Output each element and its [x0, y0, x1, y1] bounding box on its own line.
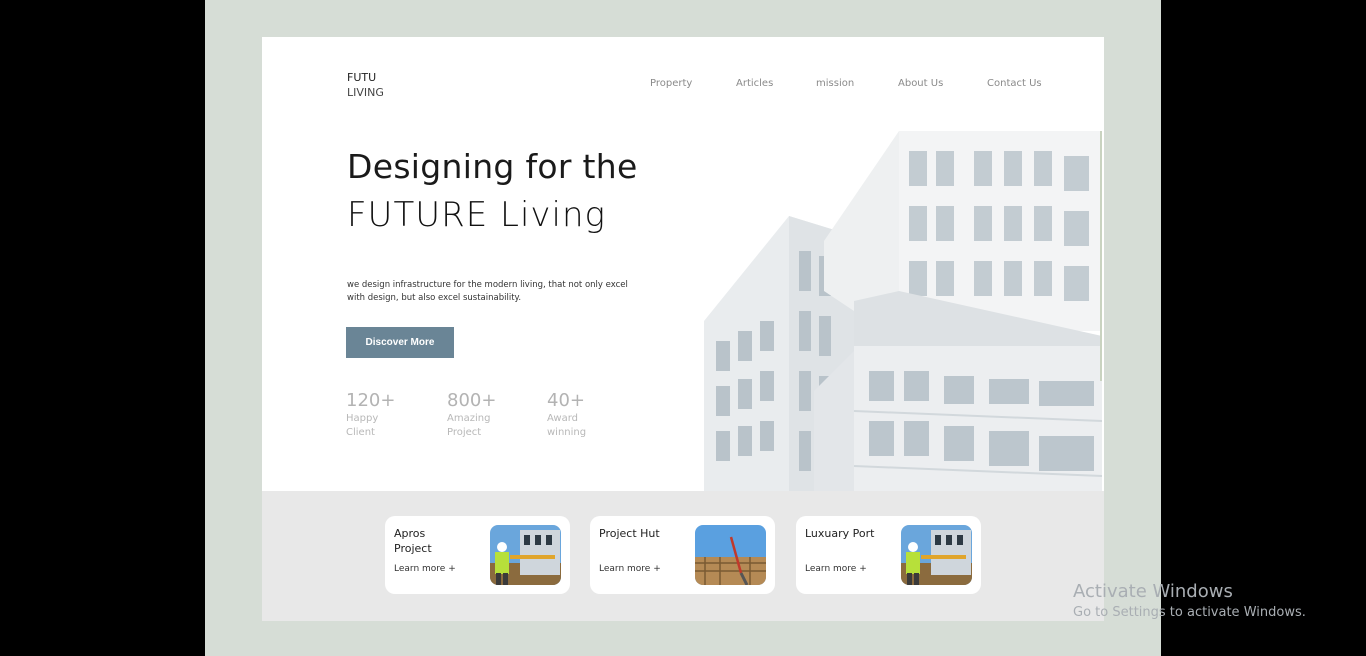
nav-contact-us[interactable]: Contact Us — [987, 78, 1042, 89]
learn-more-link[interactable]: Learn more + — [394, 564, 456, 574]
stat-label: Award winning — [547, 413, 587, 438]
nav-mission[interactable]: mission — [816, 78, 854, 89]
building-hero-image — [704, 131, 1102, 491]
browser-viewport: FUTU LIVING Property Articles mission Ab… — [205, 0, 1161, 656]
construction-crane-photo — [695, 525, 766, 585]
projects-band: Apros Project Learn more + Project Hut L… — [262, 491, 1104, 621]
stat-value: 120+ — [346, 390, 396, 411]
nav-property[interactable]: Property — [650, 78, 692, 89]
stat-value: 800+ — [447, 390, 497, 411]
hero-title: Designing for the FUTURE Living — [347, 147, 638, 243]
nav-articles[interactable]: Articles — [736, 78, 773, 89]
stat-label: Happy Client — [346, 413, 379, 438]
learn-more-link[interactable]: Learn more + — [805, 564, 867, 574]
stat-amazing-project: 800+ Amazing Project — [447, 390, 527, 440]
hero-title-line-1: Designing for the — [347, 147, 638, 186]
project-card-luxuary-port[interactable]: Luxuary Port Learn more + — [796, 516, 981, 594]
card-title: Luxuary Port — [805, 527, 875, 540]
card-title: Project Hut — [599, 527, 660, 540]
stat-value: 40+ — [547, 390, 585, 411]
learn-more-link[interactable]: Learn more + — [599, 564, 661, 574]
worker-photo — [901, 525, 972, 585]
hero-description: we design infrastructure for the modern … — [347, 279, 628, 303]
stat-label: Amazing Project — [447, 413, 491, 438]
stat-award-winning: 40+ Award winning — [547, 390, 627, 440]
landing-page: FUTU LIVING Property Articles mission Ab… — [262, 37, 1104, 621]
hero-title-line-2: FUTURE Living — [347, 195, 606, 235]
discover-more-button[interactable]: Discover More — [346, 327, 454, 358]
worker-photo — [490, 525, 561, 585]
main-nav: Property Articles mission About Us Conta… — [262, 78, 1104, 94]
stat-happy-client: 120+ Happy Client — [346, 390, 426, 440]
watermark-title: Activate Windows — [1073, 581, 1233, 602]
watermark-subtitle: Go to Settings to activate Windows. — [1073, 605, 1306, 620]
activate-windows-watermark: Activate Windows Go to Settings to activ… — [1073, 581, 1306, 623]
card-title: Apros Project — [394, 527, 432, 555]
nav-about-us[interactable]: About Us — [898, 78, 943, 89]
project-card-hut[interactable]: Project Hut Learn more + — [590, 516, 775, 594]
project-card-apros[interactable]: Apros Project Learn more + — [385, 516, 570, 594]
